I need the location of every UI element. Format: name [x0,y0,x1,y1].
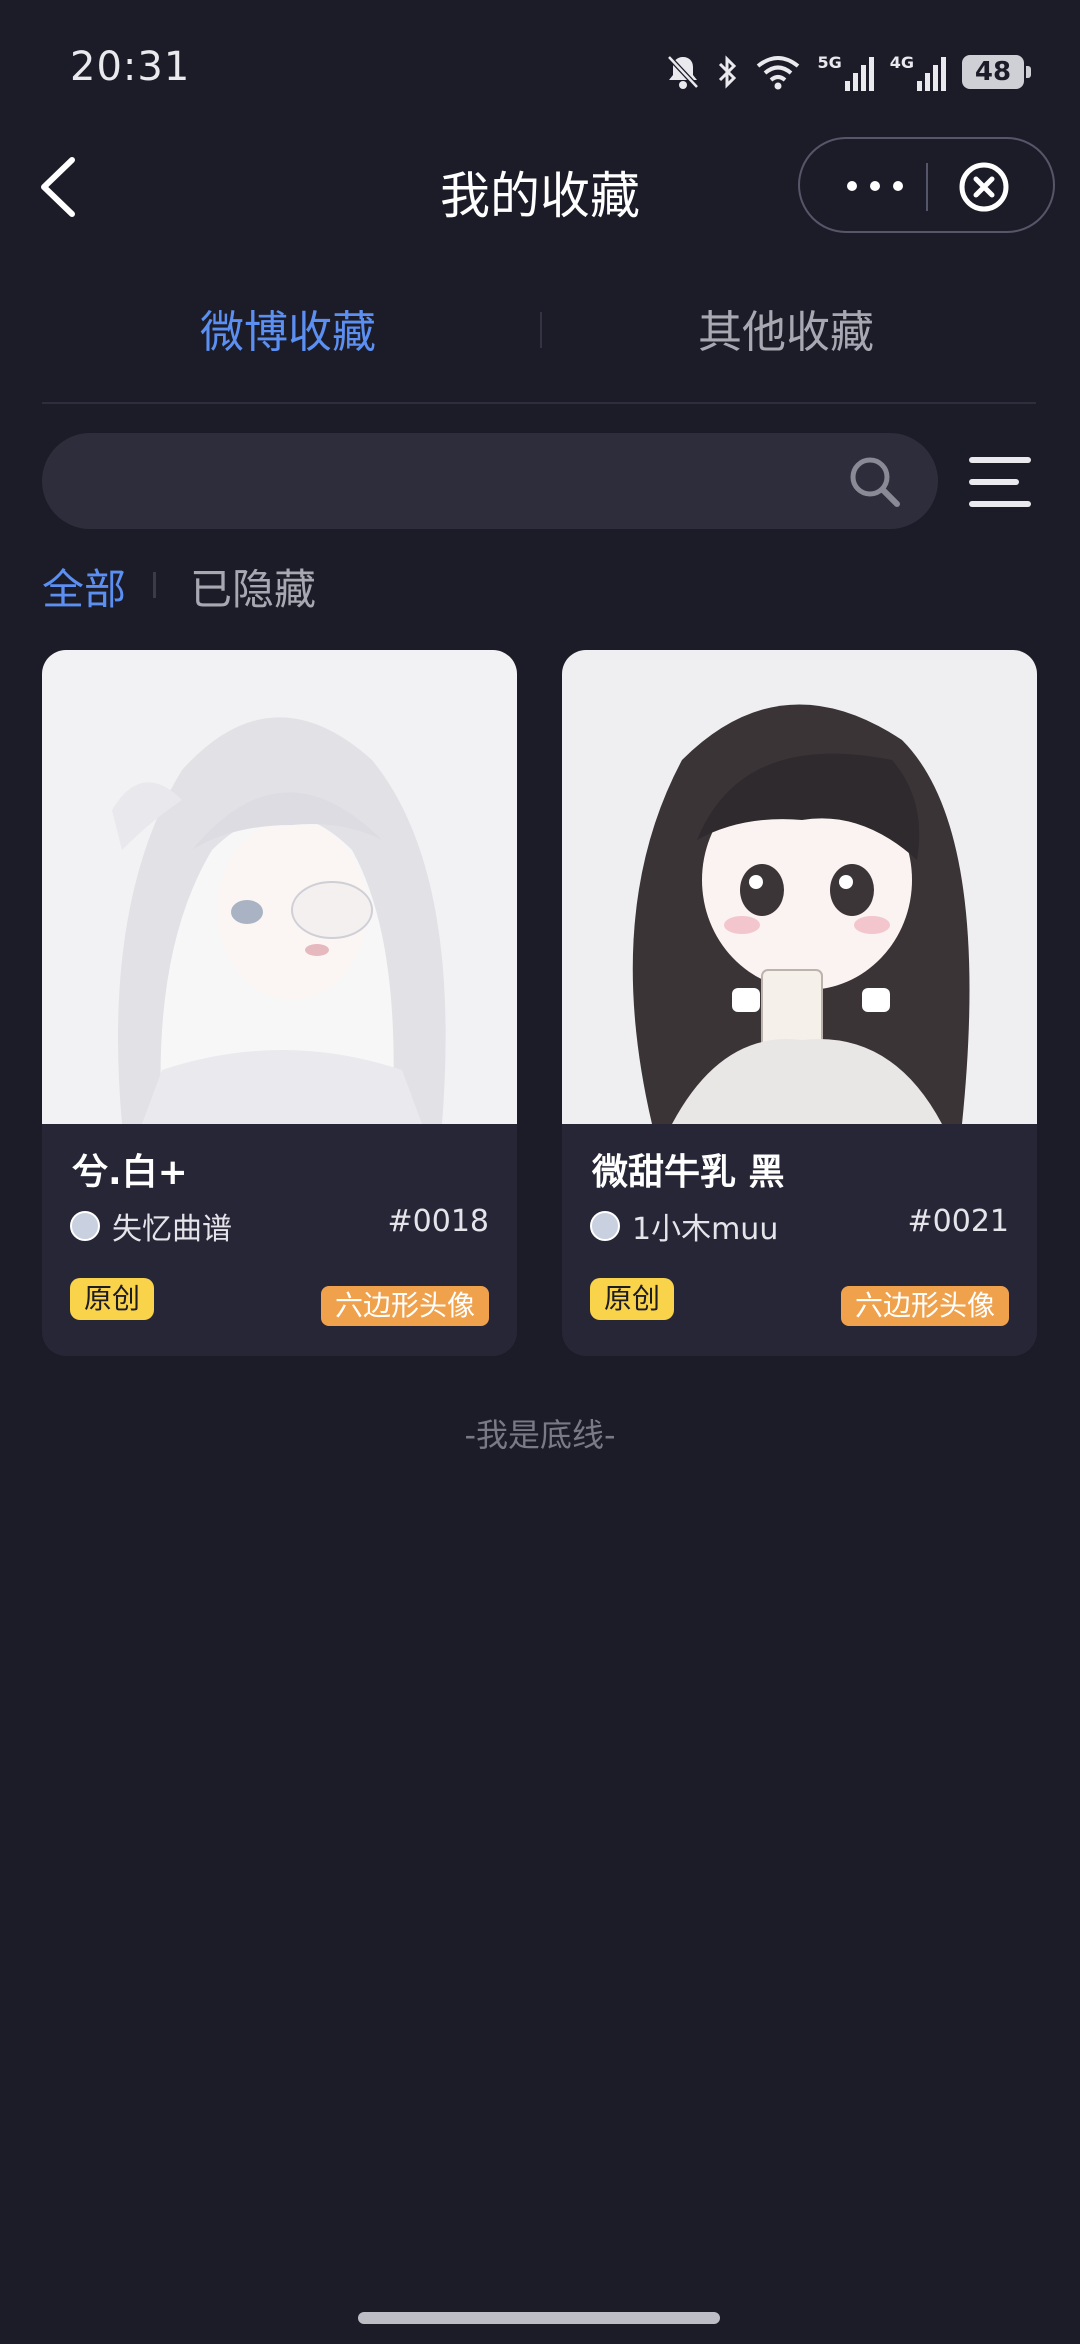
card-author[interactable]: 失忆曲谱 [70,1204,232,1248]
card-title: 兮.白+ [72,1152,188,1193]
card-author[interactable]: 1小木muu [590,1204,778,1248]
type-badge: 六边形头像 [840,1286,1009,1326]
status-time: 20:31 [70,44,191,90]
bell-off-icon [667,55,700,89]
card-title: 微甜牛乳 黑 [592,1152,785,1193]
battery-level: 48 [974,57,1012,87]
search-bar [42,433,938,531]
close-icon[interactable] [958,161,1010,213]
wifi-icon [757,56,800,90]
capsule-divider [926,163,928,211]
avatar-artwork-image [42,650,517,1124]
home-indicator[interactable] [358,2312,720,2324]
tab-divider-line [42,402,1036,404]
signal-5g-icon: 5G [817,53,874,91]
card-number: #0021 [907,1204,1009,1239]
original-badge: 原创 [590,1278,675,1320]
end-of-list-text: -我是底线- [464,1416,616,1454]
mini-program-capsule [798,137,1055,233]
avatar-artwork-image [562,650,1037,1124]
signal-5g-label: 5G [817,53,842,72]
battery-icon: 48 [962,55,1031,89]
search-icon[interactable] [848,455,902,509]
filter-hidden[interactable]: 已隐藏 [190,556,316,617]
bluetooth-icon [719,55,737,89]
original-badge: 原创 [70,1278,155,1320]
author-name: 1小木muu [632,1212,779,1247]
search-input[interactable] [82,433,846,531]
author-avatar [70,1211,100,1241]
status-icons: 5G 4G 48 [665,50,1031,94]
more-icon[interactable] [840,169,910,203]
author-name: 失忆曲谱 [112,1212,232,1247]
tab-weibo-favorites[interactable]: 微博收藏 [200,296,376,360]
filter-separator [153,572,156,598]
collection-card[interactable]: 兮.白+ 失忆曲谱 #0018 原创 六边形头像 [42,650,517,1356]
card-number: #0018 [387,1204,489,1239]
type-badge: 六边形头像 [320,1286,489,1326]
filter-all[interactable]: 全部 [42,556,126,617]
tab-other-favorites[interactable]: 其他收藏 [698,296,874,360]
filter-menu-icon[interactable] [968,452,1032,512]
signal-4g-icon: 4G [890,53,946,91]
tab-separator [540,312,542,348]
collection-card[interactable]: 微甜牛乳 黑 1小木muu #0021 原创 六边形头像 [562,650,1037,1356]
author-avatar [590,1211,620,1241]
signal-4g-label: 4G [889,53,914,72]
